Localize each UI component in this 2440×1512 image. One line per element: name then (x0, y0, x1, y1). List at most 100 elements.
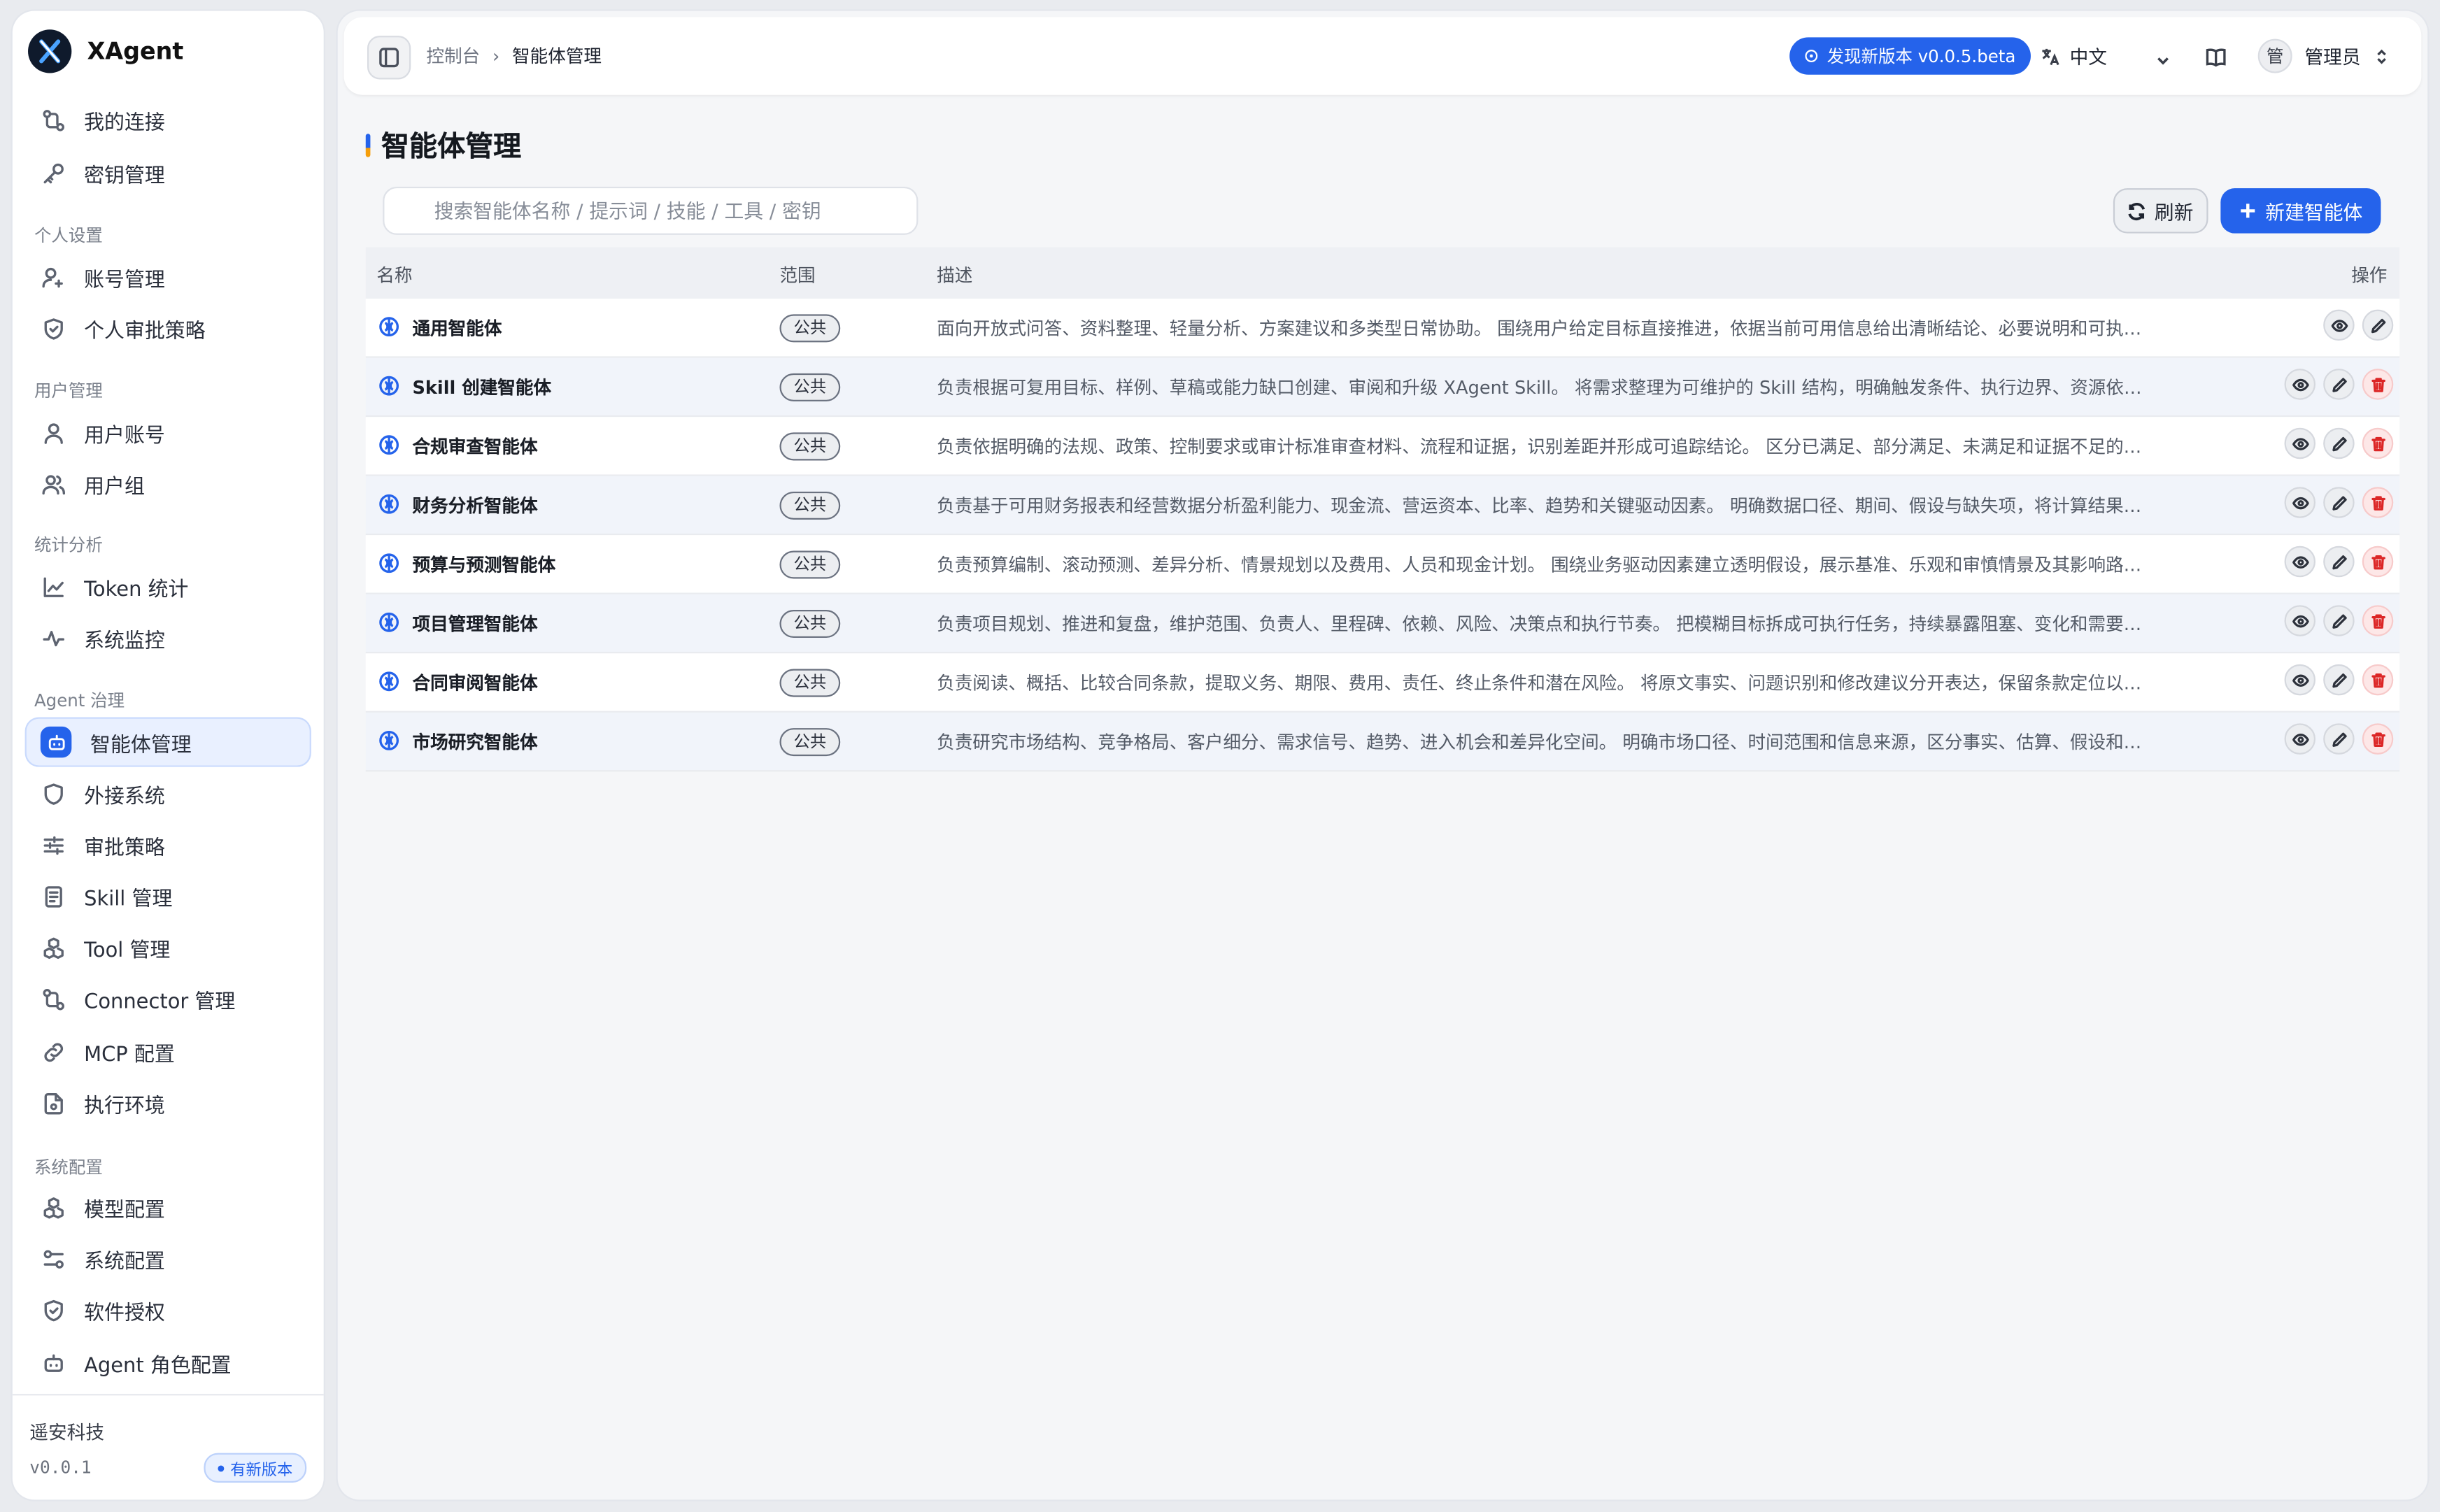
pencil-icon (2332, 495, 2346, 510)
new-version-button[interactable]: 发现新版本 v0.0.5.beta (1789, 37, 2031, 75)
edit-button[interactable] (2323, 487, 2355, 518)
agent-name[interactable]: 通用智能体 (412, 316, 502, 341)
sidebar-item-keys[interactable]: 密钥管理 (25, 148, 311, 197)
new-agent-button[interactable]: 新建智能体 (2220, 188, 2381, 234)
sidebar-item-system-config[interactable]: 系统配置 (25, 1234, 311, 1283)
trash-icon (2371, 672, 2385, 687)
sidebar-toggle-button[interactable] (367, 36, 411, 80)
agent-name[interactable]: 预算与预测智能体 (412, 552, 555, 578)
table-body: 通用智能体 公共 面向开放式问答、资料整理、轻量分析、方案建议和多类型日常协助。… (365, 299, 2400, 772)
sidebar-item-user-groups[interactable]: 用户组 (25, 459, 311, 508)
agent-name[interactable]: Skill 创建智能体 (412, 375, 551, 400)
scope-badge: 公共 (779, 432, 841, 461)
app-version: v0.0.1 (29, 1457, 92, 1478)
view-button[interactable] (2284, 487, 2316, 518)
view-button[interactable] (2284, 664, 2316, 696)
table-row[interactable]: 项目管理智能体 公共 负责项目规划、推进和复盘，维护范围、负责人、里程碑、依赖、… (365, 594, 2400, 654)
language-selector[interactable]: 中文 (2040, 43, 2107, 70)
sidebar-item-label: 执行环境 (84, 1094, 165, 1118)
view-button[interactable] (2284, 605, 2316, 636)
breadcrumb-home[interactable]: 控制台 (427, 43, 481, 69)
delete-button[interactable] (2362, 664, 2394, 696)
row-actions (2284, 723, 2394, 755)
edit-button[interactable] (2323, 664, 2355, 696)
pencil-icon (2332, 732, 2346, 746)
delete-button[interactable] (2362, 723, 2394, 755)
search-input[interactable]: 搜索智能体名称 / 提示词 / 技能 / 工具 / 密钥 (383, 186, 918, 235)
brain-icon (378, 552, 400, 574)
sidebar-item-label: 系统监控 (84, 629, 165, 653)
agent-name[interactable]: 合规审查智能体 (412, 434, 537, 459)
sidebar-item-agent-roles[interactable]: Agent 角色配置 (25, 1338, 311, 1388)
row-actions (2323, 309, 2394, 341)
agent-name[interactable]: 项目管理智能体 (412, 611, 537, 636)
view-button[interactable] (2284, 545, 2316, 578)
table-row[interactable]: 市场研究智能体 公共 负责研究市场结构、竞争格局、客户细分、需求信号、趋势、进入… (365, 712, 2400, 772)
view-button[interactable] (2323, 309, 2355, 341)
agent-name[interactable]: 市场研究智能体 (412, 729, 537, 755)
sidebar-item-models[interactable]: 模型配置 (25, 1183, 311, 1232)
agent-name[interactable]: 财务分析智能体 (412, 493, 537, 518)
sidebar-item-label: 用户组 (84, 475, 145, 499)
eye-icon (2291, 673, 2308, 686)
delete-button[interactable] (2362, 487, 2394, 518)
sidebar-item-mcp[interactable]: MCP 配置 (25, 1027, 311, 1076)
table-row[interactable]: Skill 创建智能体 公共 负责根据可复用目标、样例、草稿或能力缺口创建、审阅… (365, 357, 2400, 418)
edit-button[interactable] (2323, 723, 2355, 755)
sidebar-item-user-accounts[interactable]: 用户账号 (25, 408, 311, 457)
docs-book-icon[interactable] (2205, 45, 2227, 75)
delete-button[interactable] (2362, 605, 2394, 636)
sidebar-item-label: 密钥管理 (84, 164, 165, 188)
sidebar-item-agents[interactable]: 智能体管理 (24, 717, 311, 767)
sidebar-item-tools[interactable]: Tool 管理 (25, 922, 311, 972)
sidebar-item-personal-policy[interactable]: 个人审批策略 (25, 304, 311, 353)
edit-button[interactable] (2323, 427, 2355, 459)
user-name: 管理员 (2304, 45, 2361, 68)
brain-icon (378, 316, 400, 338)
sidebar-item-approval-policy[interactable]: 审批策略 (25, 820, 311, 869)
edit-button[interactable] (2362, 309, 2394, 341)
sidebar-item-external-systems[interactable]: 外接系统 (25, 769, 311, 818)
refresh-button[interactable]: 刷新 (2113, 188, 2208, 234)
view-button[interactable] (2284, 723, 2316, 755)
col-desc: 描述 (937, 264, 973, 287)
agent-name[interactable]: 合同审阅智能体 (412, 671, 537, 696)
sidebar-item-label: 个人审批策略 (84, 320, 206, 343)
user-menu[interactable]: 管 管理员 (2257, 38, 2390, 73)
sidebar-item-connectors[interactable]: Connector 管理 (25, 974, 311, 1024)
sidebar-item-label: Token 统计 (84, 578, 189, 601)
delete-button[interactable] (2362, 427, 2394, 459)
edit-button[interactable] (2323, 545, 2355, 578)
row-actions (2284, 369, 2394, 400)
page-title: 智能体管理 (365, 124, 521, 165)
sidebar-item-connections[interactable]: 我的连接 (25, 95, 311, 145)
sidebar-item-label: Agent 角色配置 (84, 1354, 232, 1378)
sidebar-item-token-stats[interactable]: Token 统计 (25, 562, 311, 611)
agent-description: 负责项目规划、推进和复盘，维护范围、负责人、里程碑、依赖、风险、决策点和执行节奏… (937, 613, 2148, 635)
sidebar-item-license[interactable]: 软件授权 (25, 1285, 311, 1334)
edit-button[interactable] (2323, 369, 2355, 400)
agent-description: 负责预算编制、滚动预测、差异分析、情景规划以及费用、人员和现金计划。 围绕业务驱… (937, 553, 2148, 576)
sidebar-item-runtime[interactable]: 执行环境 (25, 1078, 311, 1128)
table-row[interactable]: 财务分析智能体 公共 负责基于可用财务报表和经营数据分析盈利能力、现金流、营运资… (365, 476, 2400, 536)
chevron-down-icon[interactable] (2154, 47, 2173, 76)
table-row[interactable]: 合规审查智能体 公共 负责依据明确的法规、政策、控制要求或审计标准审查材料、流程… (365, 417, 2400, 476)
row-actions (2284, 605, 2394, 636)
edit-button[interactable] (2323, 605, 2355, 636)
update-badge[interactable]: 有新版本 (204, 1453, 307, 1483)
table-row[interactable]: 预算与预测智能体 公共 负责预算编制、滚动预测、差异分析、情景规划以及费用、人员… (365, 535, 2400, 594)
dot-icon (218, 1464, 225, 1471)
view-button[interactable] (2284, 427, 2316, 459)
sidebar-item-monitor[interactable]: 系统监控 (25, 613, 311, 662)
scope-badge: 公共 (779, 610, 841, 639)
link-icon (41, 1039, 66, 1064)
brand[interactable]: XAgent (28, 20, 183, 83)
view-button[interactable] (2284, 369, 2316, 400)
section-title-users: 用户管理 (34, 381, 103, 401)
table-row[interactable]: 合同审阅智能体 公共 负责阅读、概括、比较合同条款，提取义务、期限、费用、责任、… (365, 653, 2400, 713)
delete-button[interactable] (2362, 369, 2394, 400)
sidebar-item-account[interactable]: 账号管理 (25, 252, 311, 301)
sidebar-item-skills[interactable]: Skill 管理 (25, 871, 311, 921)
delete-button[interactable] (2362, 545, 2394, 578)
table-row[interactable]: 通用智能体 公共 面向开放式问答、资料整理、轻量分析、方案建议和多类型日常协助。… (365, 299, 2400, 358)
